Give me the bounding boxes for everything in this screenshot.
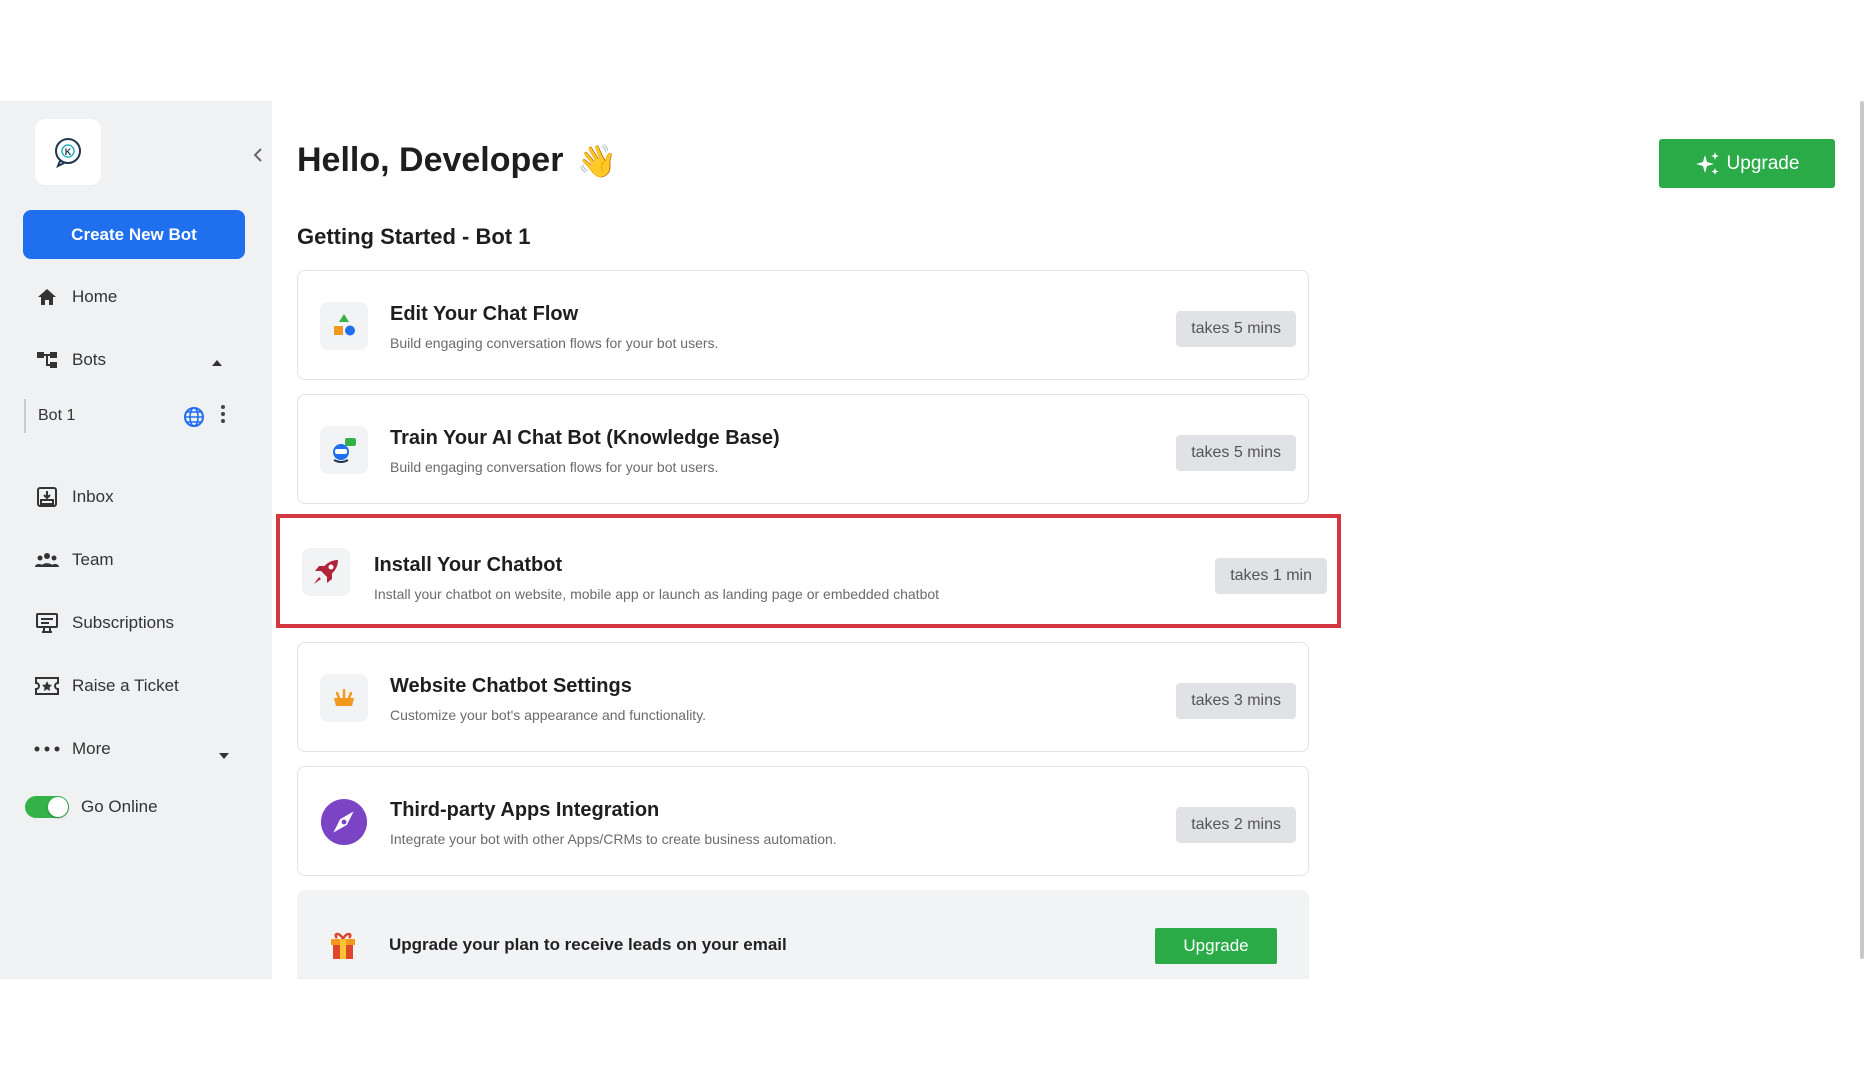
task-title: Train Your AI Chat Bot (Knowledge Base) [390,427,780,449]
toggle-knob [48,797,68,817]
ai-bot-icon [320,426,368,474]
subscriptions-icon [34,611,60,635]
sidebar-item-more[interactable]: More [34,734,111,764]
task-description: Customize your bot's appearance and func… [390,707,707,723]
go-online-label: Go Online [81,797,158,816]
page-greeting: Hello, Developer 👋 [297,141,617,180]
scrollbar[interactable] [1858,101,1866,959]
sidebar-item-raise-ticket[interactable]: Raise a Ticket [34,671,179,701]
sidebar-item-label: Inbox [72,487,114,506]
settings-bowl-icon [320,674,368,722]
sidebar-item-home[interactable]: Home [34,282,117,312]
ticket-icon [34,674,60,698]
task-title: Edit Your Chat Flow [390,303,579,325]
sidebar-item-team[interactable]: Team [34,545,114,575]
task-card-install-chatbot[interactable]: Install Your Chatbot Install your chatbo… [276,514,1341,628]
compass-icon [320,798,368,846]
task-card-train-ai-bot[interactable]: Train Your AI Chat Bot (Knowledge Base) … [297,394,1309,504]
svg-text:K: K [65,147,72,157]
sidebar-item-label: Subscriptions [72,613,175,632]
chat-logo-icon: K [55,138,81,168]
sidebar-item-bot-1[interactable]: Bot 1 [24,399,244,433]
globe-icon[interactable] [183,406,205,433]
scrollbar-thumb[interactable] [1860,101,1864,959]
time-badge: takes 5 mins [1176,311,1296,347]
sidebar-item-label: Raise a Ticket [72,676,179,695]
task-description: Build engaging conversation flows for yo… [390,335,719,351]
sidebar-item-label: Home [72,287,118,306]
task-card-edit-chat-flow[interactable]: Edit Your Chat Flow Build engaging conve… [297,270,1309,380]
sidebar-item-label: Team [72,550,114,569]
task-card-website-settings[interactable]: Website Chatbot Settings Customize your … [297,642,1309,752]
task-title: Third-party Apps Integration [390,799,660,821]
create-new-bot-button[interactable]: Create New Bot [23,210,245,259]
gift-icon [329,930,357,965]
chevron-left-icon [253,148,262,162]
section-title: Getting Started - Bot 1 [297,224,531,249]
sidebar: K Create New Bot Home Bots Bot 1 Inbox T… [0,101,272,979]
promo-text: Upgrade your plan to receive leads on yo… [389,935,787,954]
bot-name-label: Bot 1 [38,407,76,424]
task-card-third-party-apps[interactable]: Third-party Apps Integration Integrate y… [297,766,1309,876]
collapse-sidebar-button[interactable] [248,145,268,165]
inbox-icon [34,485,60,509]
task-description: Integrate your bot with other Apps/CRMs … [390,831,837,847]
sidebar-item-label: More [72,739,111,758]
task-title: Install Your Chatbot [374,554,563,576]
app-logo[interactable]: K [35,119,101,185]
time-badge: takes 1 min [1215,558,1327,594]
time-badge: takes 2 mins [1176,807,1296,843]
more-dots-icon [34,737,60,761]
home-icon [34,285,60,309]
shapes-icon [320,302,368,350]
waving-hand-icon: 👋 [577,142,618,179]
promo-upgrade-button[interactable]: Upgrade [1155,928,1277,964]
sidebar-item-inbox[interactable]: Inbox [34,482,114,512]
greeting-text: Hello, Developer [297,141,564,179]
upgrade-button[interactable]: Upgrade [1659,139,1835,188]
upgrade-promo-banner: Upgrade your plan to receive leads on yo… [297,890,1309,979]
rocket-icon [302,548,350,596]
sparkle-icon [1695,151,1719,175]
go-online-toggle[interactable] [25,796,69,818]
caret-up-icon[interactable] [211,354,223,372]
kebab-menu-icon[interactable] [220,404,226,429]
sidebar-item-subscriptions[interactable]: Subscriptions [34,608,174,638]
time-badge: takes 5 mins [1176,435,1296,471]
upgrade-label: Upgrade [1726,152,1800,174]
task-description: Build engaging conversation flows for yo… [390,459,719,475]
time-badge: takes 3 mins [1176,683,1296,719]
sidebar-item-bots[interactable]: Bots [34,345,106,375]
task-title: Website Chatbot Settings [390,675,632,697]
caret-down-icon[interactable] [218,747,230,765]
bots-tree-icon [34,348,60,372]
sidebar-item-label: Bots [72,350,107,369]
team-icon [34,548,60,572]
app: K Create New Bot Home Bots Bot 1 Inbox T… [0,101,1866,979]
task-description: Install your chatbot on website, mobile … [374,586,940,602]
